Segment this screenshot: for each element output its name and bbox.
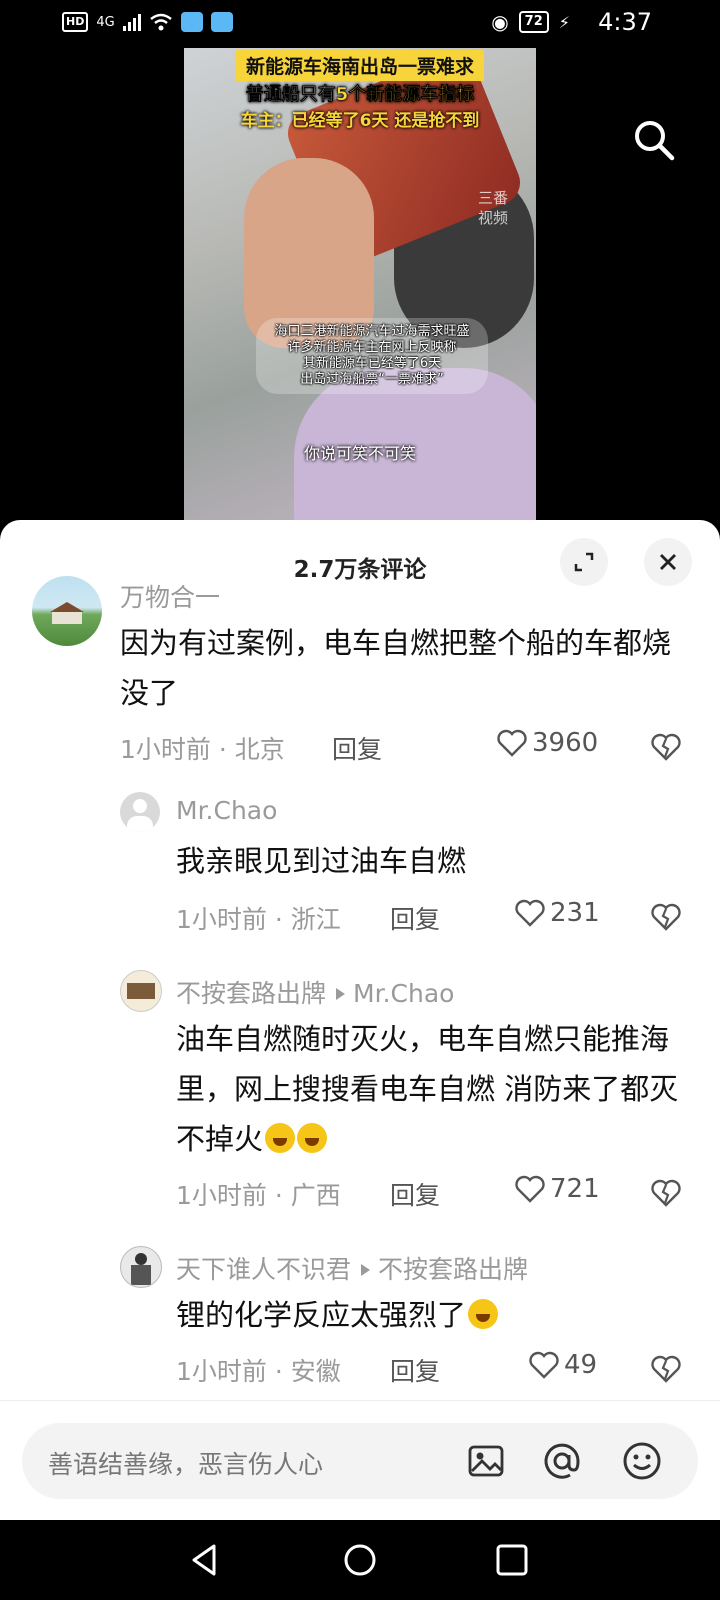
avatar[interactable]	[32, 576, 102, 646]
like-count: 49	[564, 1350, 598, 1380]
comment-username[interactable]: 天下谁人不识君 不按套路出牌	[176, 1250, 528, 1286]
recents-icon[interactable]	[490, 1538, 534, 1582]
status-bar: HD 4G ◉ 72 ⚡ 4:37	[0, 0, 720, 48]
dislike-icon[interactable]	[650, 1354, 682, 1384]
like-button[interactable]: 231	[514, 898, 600, 928]
mention-icon[interactable]	[540, 1439, 584, 1483]
laugh-cry-emoji	[297, 1123, 328, 1153]
video-subtitle-block: 海口三港新能源汽车过海需求旺盛 许多新能源车主在网上反映称 其新能源车已经等了6…	[256, 318, 488, 394]
like-count: 3960	[532, 728, 599, 758]
comment-input-placeholder: 善语结善缘，恶言伤人心	[48, 1450, 324, 1479]
eye-comfort-icon: ◉	[491, 10, 509, 34]
reply-button[interactable]: 回复	[390, 1352, 440, 1388]
comment-username[interactable]: Mr.Chao	[176, 796, 277, 825]
app-notification-icon	[210, 12, 233, 32]
hd-indicator: HD	[62, 12, 89, 32]
comment-username[interactable]: 万物合一	[120, 578, 220, 614]
dislike-icon[interactable]	[650, 1178, 682, 1208]
video-caption-line3: 车主：已经等了6天 还是抢不到	[240, 111, 480, 131]
comment-item: 不按套路出牌 Mr.Chao 油车自燃随时灭火，电车自燃只能推海里，网上搜搜看电车…	[0, 970, 720, 1230]
heart-icon	[515, 1175, 545, 1203]
comment-input[interactable]: 善语结善缘，恶言伤人心	[22, 1423, 698, 1499]
avatar[interactable]	[120, 970, 162, 1012]
video-player[interactable]: 新能源车海南出岛一票难求 普通船只有5个新能源车指标 车主：已经等了6天 还是抢…	[0, 48, 720, 528]
comment-meta: 1小时前 · 安徽	[176, 1357, 341, 1386]
dislike-icon[interactable]	[650, 902, 682, 932]
dislike-icon[interactable]	[650, 732, 682, 762]
comments-sheet: 2.7万条评论 万物合一 因为有过案例，电车自燃把整个船的车都烧没了 1小时前 …	[0, 520, 720, 1520]
comment-text: 锂的化学反应太强烈了	[176, 1290, 686, 1340]
close-icon	[660, 554, 676, 570]
comment-username[interactable]: 不按套路出牌 Mr.Chao	[176, 974, 454, 1010]
like-count: 721	[550, 1174, 600, 1204]
home-icon[interactable]	[338, 1538, 382, 1582]
comment-item: 天下谁人不识君 不按套路出牌 锂的化学反应太强烈了 1小时前 · 安徽 回复 49	[0, 1246, 720, 1406]
video-subtitle: 你说可笑不可笑	[303, 444, 416, 463]
reply-to-user: 不按套路出牌	[378, 1255, 529, 1284]
video-headline: 新能源车海南出岛一票难求	[235, 50, 485, 81]
wifi-icon	[149, 13, 172, 31]
reply-button[interactable]: 回复	[390, 1176, 440, 1212]
video-watermark: 三番 视频	[477, 189, 508, 227]
comment-item: 万物合一 因为有过案例，电车自燃把整个船的车都烧没了 1小时前 · 北京 回复 …	[0, 576, 720, 786]
battery-icon: 72	[518, 11, 549, 33]
comment-text: 因为有过案例，电车自燃把整个船的车都烧没了	[120, 626, 672, 710]
comment-text: 油车自燃随时灭火，电车自燃只能推海里，网上搜搜看电车自燃 消防来了都灭不掉火	[176, 1022, 679, 1156]
like-count: 231	[550, 898, 600, 928]
expand-icon	[574, 552, 594, 572]
reply-button[interactable]: 回复	[332, 730, 382, 766]
comment-item: Mr.Chao 我亲眼见到过油车自燃 1小时前 · 浙江 回复 231	[0, 792, 720, 942]
reply-to-user: Mr.Chao	[353, 979, 455, 1008]
emoji-icon[interactable]	[620, 1439, 664, 1483]
comment-text: 我亲眼见到过油车自燃	[176, 844, 467, 878]
image-icon[interactable]	[464, 1439, 508, 1483]
like-button[interactable]: 721	[514, 1174, 600, 1204]
system-nav-bar	[0, 1520, 720, 1600]
reply-button[interactable]: 回复	[390, 900, 440, 936]
heart-icon	[497, 729, 527, 757]
charging-icon: ⚡	[558, 12, 570, 32]
back-icon[interactable]	[184, 1538, 228, 1582]
laugh-cry-emoji	[468, 1299, 499, 1329]
avatar[interactable]	[120, 1246, 162, 1288]
comment-meta: 1小时前 · 北京	[120, 735, 285, 764]
network-type: 4G	[96, 14, 115, 30]
video-frame[interactable]: 新能源车海南出岛一票难求 普通船只有5个新能源车指标 车主：已经等了6天 还是抢…	[184, 48, 536, 528]
signal-icon	[122, 13, 141, 31]
laugh-cry-emoji	[265, 1123, 296, 1153]
like-button[interactable]: 49	[528, 1350, 597, 1380]
comment-meta: 1小时前 · 广西	[176, 1181, 341, 1210]
avatar[interactable]	[120, 792, 160, 832]
app-notification-icon	[180, 12, 203, 32]
like-button[interactable]: 3960	[496, 728, 598, 758]
comment-input-bar: 善语结善缘，恶言伤人心	[0, 1400, 720, 1521]
heart-icon	[515, 899, 545, 927]
clock: 4:37	[598, 8, 652, 36]
heart-icon	[529, 1351, 559, 1379]
video-caption-line2: 普通船只有5个新能源车指标	[245, 84, 475, 105]
search-icon[interactable]	[632, 118, 676, 162]
comment-meta: 1小时前 · 浙江	[176, 905, 341, 934]
